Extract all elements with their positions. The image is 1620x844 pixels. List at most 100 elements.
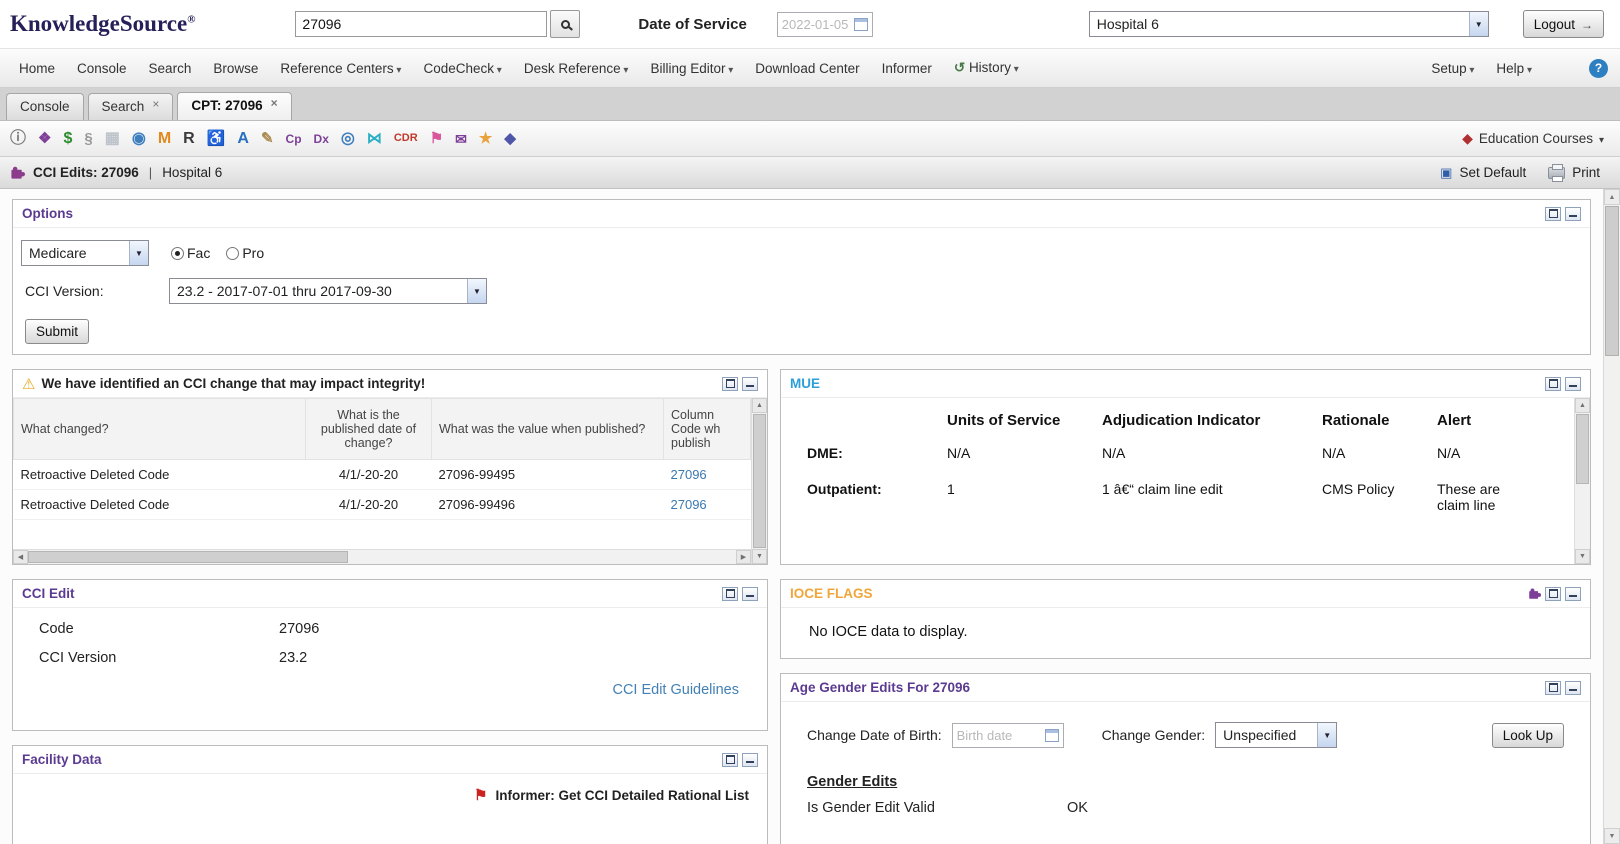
- nav-item-browse[interactable]: Browse: [202, 61, 269, 76]
- vertical-scrollbar[interactable]: [1574, 398, 1590, 564]
- cp-icon[interactable]: Cp: [286, 133, 302, 145]
- code-link[interactable]: 27096: [671, 467, 707, 482]
- facility-select[interactable]: Hospital 6: [1089, 11, 1489, 37]
- nav-item-codecheck[interactable]: CodeCheck: [412, 61, 512, 76]
- nav-item-home[interactable]: Home: [8, 61, 66, 76]
- horizontal-scrollbar[interactable]: [13, 549, 751, 564]
- pro-radio[interactable]: [226, 247, 239, 260]
- nav-item-history[interactable]: History: [943, 60, 1030, 76]
- calendar-icon[interactable]: [854, 18, 868, 31]
- panel-restore-button[interactable]: [722, 377, 738, 391]
- panel-restore-button[interactable]: [1545, 377, 1561, 391]
- accessibility-icon[interactable]: ♿: [207, 131, 226, 146]
- nav-item-console[interactable]: Console: [66, 61, 138, 76]
- scroll-right-arrow[interactable]: [736, 550, 751, 564]
- panel-restore-button[interactable]: [1545, 587, 1561, 601]
- chart-icon[interactable]: ▦: [105, 131, 120, 147]
- anesthesia-a-icon[interactable]: A: [237, 131, 249, 147]
- panel-minimize-button[interactable]: [742, 587, 758, 601]
- nav-item-setup[interactable]: Setup: [1420, 61, 1485, 76]
- panel-minimize-button[interactable]: [1565, 681, 1581, 695]
- chevron-down-icon[interactable]: [129, 241, 148, 265]
- education-courses-menu[interactable]: Education Courses: [1462, 130, 1604, 147]
- nav-item-reference-centers[interactable]: Reference Centers: [269, 61, 412, 76]
- search-button[interactable]: [550, 10, 580, 38]
- fac-radio[interactable]: [171, 247, 184, 260]
- scroll-thumb[interactable]: [753, 414, 766, 548]
- tab-search[interactable]: Search: [88, 93, 174, 120]
- panel-restore-button[interactable]: [1545, 681, 1561, 695]
- globe-icon[interactable]: ◉: [132, 131, 146, 147]
- nav-item-desk-reference[interactable]: Desk Reference: [513, 61, 640, 76]
- scroll-left-arrow[interactable]: [13, 550, 28, 564]
- set-default-button[interactable]: Set Default: [1440, 165, 1526, 181]
- dx-icon[interactable]: Dx: [314, 133, 329, 145]
- panel-minimize-button[interactable]: [1565, 207, 1581, 221]
- panel-minimize-button[interactable]: [742, 377, 758, 391]
- chevron-down-icon[interactable]: [1317, 723, 1336, 747]
- nav-item-billing-editor[interactable]: Billing Editor: [639, 61, 744, 76]
- tab-console[interactable]: Console: [6, 93, 84, 120]
- rvu-r-icon[interactable]: R: [183, 131, 195, 147]
- star-icon[interactable]: ★: [479, 131, 492, 146]
- payer-select[interactable]: Medicare: [21, 240, 149, 266]
- submit-button[interactable]: Submit: [25, 319, 89, 344]
- panel-minimize-button[interactable]: [1565, 377, 1581, 391]
- cci-version-select[interactable]: 23.2 - 2017-07-01 thru 2017-09-30: [169, 278, 487, 304]
- cdr-icon[interactable]: CDR: [394, 133, 418, 144]
- info-icon[interactable]: ⓘ: [10, 131, 26, 147]
- tab-cpt-27096[interactable]: CPT: 27096: [177, 92, 291, 120]
- page-scrollbar[interactable]: [1603, 189, 1620, 844]
- code-link[interactable]: 27096: [671, 497, 707, 512]
- calendar-icon[interactable]: [1045, 729, 1059, 742]
- comment-icon[interactable]: ✉: [455, 132, 467, 146]
- scroll-track[interactable]: [348, 550, 736, 564]
- panel-restore-button[interactable]: [1545, 207, 1561, 221]
- panel-minimize-button[interactable]: [1565, 587, 1581, 601]
- breadcrumb-separator: |: [147, 165, 154, 180]
- nav-item-download-center[interactable]: Download Center: [744, 61, 870, 76]
- scroll-thumb[interactable]: [1605, 206, 1619, 356]
- gender-select[interactable]: Unspecified: [1215, 722, 1337, 748]
- birth-date-field[interactable]: Birth date: [952, 723, 1064, 748]
- scroll-thumb[interactable]: [28, 551, 348, 563]
- panel-window-controls: [722, 587, 758, 601]
- print-button[interactable]: Print: [1548, 165, 1600, 180]
- date-of-service-field[interactable]: 2022-01-05: [777, 12, 873, 37]
- vertical-scrollbar[interactable]: [751, 398, 767, 564]
- flag-icon[interactable]: ⚑: [430, 131, 443, 146]
- look-up-button[interactable]: Look Up: [1492, 723, 1564, 748]
- shield-icon[interactable]: ◆: [504, 131, 516, 146]
- puzzle-icon[interactable]: ❖: [38, 131, 51, 146]
- pencil-icon[interactable]: ✎: [261, 131, 274, 146]
- close-icon[interactable]: [152, 98, 159, 110]
- scroll-thumb[interactable]: [1576, 414, 1589, 484]
- chevron-down-icon[interactable]: [1469, 12, 1488, 36]
- chevron-down-icon[interactable]: [467, 279, 486, 303]
- medicare-m-icon[interactable]: M: [158, 131, 171, 147]
- dollar-icon[interactable]: $: [63, 131, 72, 147]
- search-doc-icon[interactable]: ◎: [341, 131, 355, 147]
- scroll-up-arrow[interactable]: [1575, 398, 1590, 413]
- nav-item-informer[interactable]: Informer: [871, 61, 943, 76]
- crosswalk-icon[interactable]: ⋈: [367, 131, 382, 146]
- panel-restore-button[interactable]: [722, 587, 738, 601]
- scroll-track[interactable]: [1575, 485, 1590, 549]
- scroll-down-arrow[interactable]: [1575, 549, 1590, 564]
- help-icon[interactable]: [1589, 59, 1608, 78]
- logout-button[interactable]: Logout: [1523, 10, 1604, 38]
- scroll-down-arrow[interactable]: [1604, 828, 1620, 844]
- scroll-up-arrow[interactable]: [752, 398, 767, 413]
- scroll-down-arrow[interactable]: [752, 549, 767, 564]
- panel-restore-button[interactable]: [722, 753, 738, 767]
- nav-item-search[interactable]: Search: [138, 61, 203, 76]
- section-icon[interactable]: §: [84, 131, 92, 146]
- close-icon[interactable]: [271, 97, 278, 109]
- cci-edit-guidelines-link[interactable]: CCI Edit Guidelines: [612, 682, 739, 698]
- panel-minimize-button[interactable]: [742, 753, 758, 767]
- informer-link[interactable]: Informer: Get CCI Detailed Rational List: [495, 788, 749, 803]
- cell-published-date: 4/1/-20-20: [306, 490, 432, 520]
- nav-item-help[interactable]: Help: [1485, 61, 1543, 76]
- code-search-input[interactable]: [295, 11, 547, 37]
- scroll-up-arrow[interactable]: [1604, 189, 1620, 205]
